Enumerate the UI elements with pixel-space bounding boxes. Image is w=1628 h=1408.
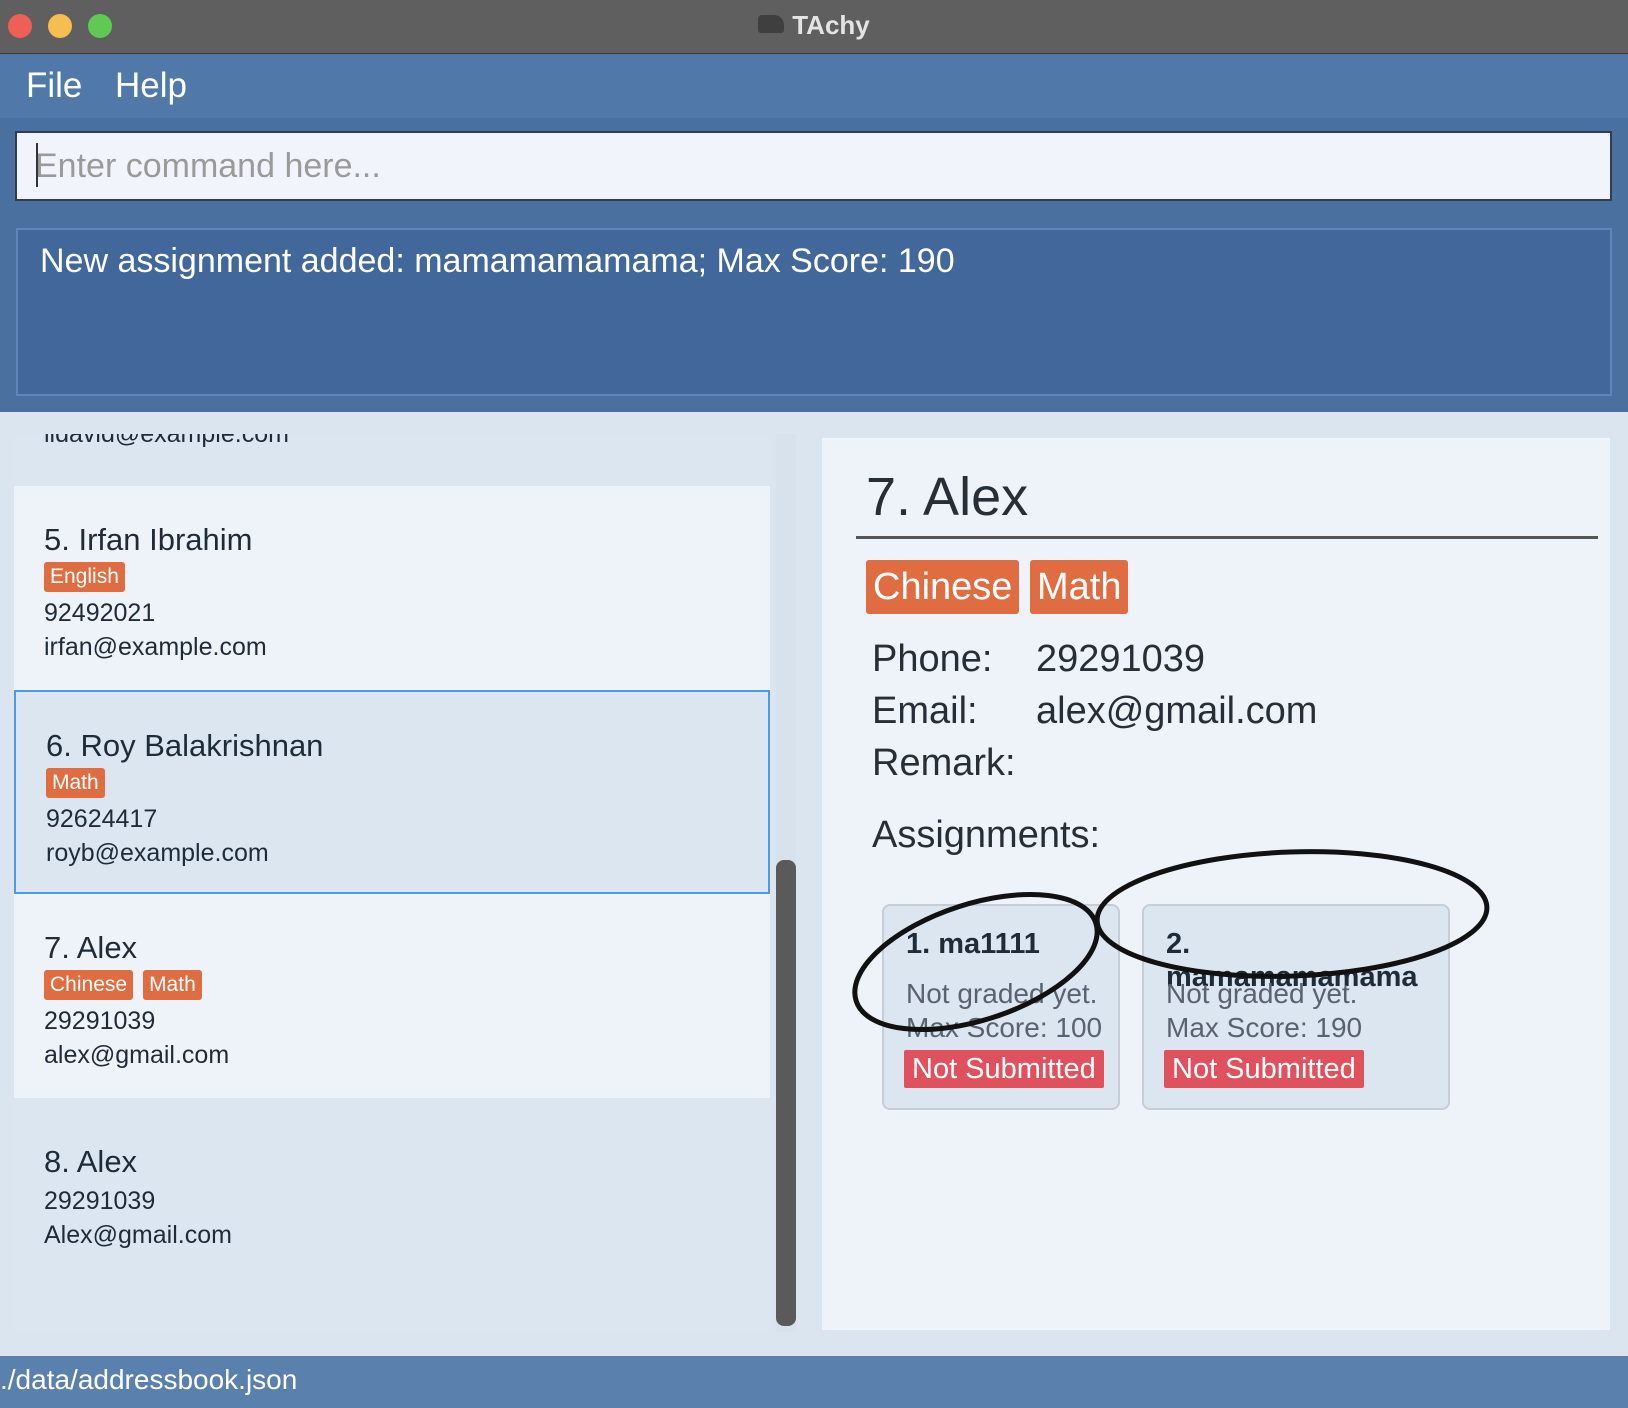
person-name: 7. Alex [44, 930, 138, 965]
menu-help[interactable]: Help [115, 66, 187, 106]
assignment-card-1[interactable]: 1. ma1111 Not graded yet. Max Score: 100… [882, 904, 1120, 1110]
person-name: 5. Irfan Ibrahim [44, 522, 253, 557]
person-card-partial[interactable]: lidavid@example.com [14, 434, 770, 486]
assignment-status-badge: Not Submitted [904, 1050, 1104, 1088]
assignment-card-2[interactable]: 2. mamamamamama Not graded yet. Max Scor… [1142, 904, 1450, 1110]
app-icon [758, 15, 785, 34]
person-name: 6. Roy Balakrishnan [46, 728, 324, 763]
person-card-5[interactable]: 5. Irfan Ibrahim English 92492021 irfan@… [14, 486, 770, 690]
command-box-area [0, 118, 1628, 214]
person-detail-panel: 7. Alex Chinese Math Phone: 29291039 Ema… [822, 438, 1610, 1330]
assignment-grade: Not graded yet. [906, 978, 1098, 1009]
assignment-grade: Not graded yet. [1166, 978, 1358, 1009]
detail-tag: Chinese [866, 560, 1020, 614]
tag: Math [46, 768, 105, 798]
status-bar: ./data/addressbook.json [0, 1356, 1628, 1408]
text-caret [36, 143, 38, 187]
result-message: New assignment added: mamamamamama; Max … [40, 242, 955, 280]
email-label: Email: [872, 690, 978, 732]
window-title-bar: TAchy [0, 0, 1628, 54]
person-list[interactable]: lidavid@example.com 5. Irfan Ibrahim Eng… [14, 434, 770, 1332]
list-scrollbar-thumb[interactable] [776, 860, 796, 1326]
window-title: TAchy [792, 10, 870, 40]
window-title-wrap: TAchy [0, 10, 1628, 41]
person-email: royb@example.com [46, 839, 269, 867]
detail-name: 7. Alex [866, 467, 1029, 527]
phone-value: 29291039 [1036, 638, 1206, 680]
person-email: lidavid@example.com [44, 434, 289, 448]
assignment-max-score: Max Score: 190 [1166, 1012, 1363, 1043]
person-card-6[interactable]: 6. Roy Balakrishnan Math 92624417 royb@e… [14, 690, 770, 894]
status-file-path: ./data/addressbook.json [0, 1364, 298, 1395]
person-phone: 92492021 [44, 599, 156, 627]
phone-label: Phone: [872, 638, 993, 680]
remark-label: Remark: [872, 742, 1016, 784]
person-phone: 29291039 [44, 1007, 156, 1035]
assignment-max-score: Max Score: 100 [906, 1012, 1103, 1043]
person-card-8[interactable]: 8. Alex 29291039 Alex@gmail.com [14, 1098, 770, 1332]
detail-tag: Math [1030, 560, 1129, 614]
person-card-7[interactable]: 7. Alex Chinese Math 29291039 alex@gmail.… [14, 894, 770, 1098]
person-tags: English [44, 562, 770, 594]
person-phone: 29291039 [44, 1187, 156, 1215]
email-value: alex@gmail.com [1036, 690, 1318, 732]
person-tags: Math [46, 768, 768, 800]
assignment-status-badge: Not Submitted [1164, 1050, 1364, 1088]
person-phone: 92624417 [46, 805, 158, 833]
main-body: lidavid@example.com 5. Irfan Ibrahim Eng… [0, 412, 1628, 1356]
person-name: 8. Alex [44, 1144, 138, 1179]
menu-file[interactable]: File [26, 66, 82, 106]
tag: Math [143, 970, 202, 1000]
tag: Chinese [44, 970, 134, 1000]
person-email: alex@gmail.com [44, 1041, 230, 1069]
result-display[interactable]: New assignment added: mamamamamama; Max … [16, 228, 1612, 396]
assignment-title: 1. ma1111 [906, 928, 1040, 960]
person-email: irfan@example.com [44, 633, 267, 661]
command-input[interactable] [15, 131, 1612, 201]
menu-bar: File Help [0, 54, 1628, 118]
person-email: Alex@gmail.com [44, 1221, 232, 1249]
assignments-label: Assignments: [872, 814, 1101, 856]
tag: English [44, 562, 125, 592]
detail-divider [856, 536, 1598, 539]
person-tags: Chinese Math [44, 970, 770, 1002]
result-display-area: New assignment added: mamamamamama; Max … [0, 214, 1628, 412]
